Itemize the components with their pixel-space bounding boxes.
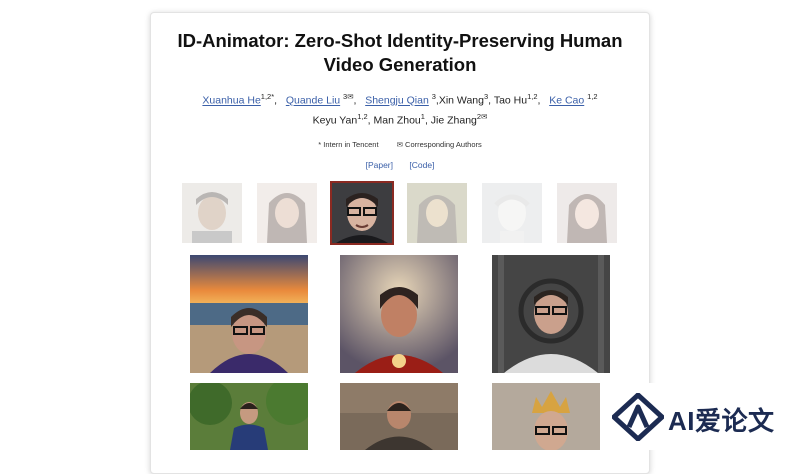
author-affil-9: 2✉ xyxy=(476,111,488,121)
ai-logo-icon xyxy=(612,393,664,441)
author-affil-2: 3✉ xyxy=(343,92,354,101)
author-link-1[interactable]: Xuanhua He xyxy=(202,95,260,107)
author-affil-4: 3 xyxy=(483,92,489,101)
watermark-text: AI爱论文 xyxy=(668,406,775,436)
video-frame-crown[interactable] xyxy=(492,383,610,450)
video-frame-guitar-image xyxy=(340,383,458,450)
reference-face-5-image xyxy=(482,183,542,243)
reference-face-1-image xyxy=(182,183,242,243)
author-list: Xuanhua He1,2*, Quande Liu 3✉, Shengju Q… xyxy=(151,89,649,128)
video-frame-crown-image xyxy=(492,383,610,450)
author-link-6[interactable]: Ke Cao xyxy=(549,95,584,107)
watermark-logo: AI爱论文 xyxy=(600,383,800,450)
video-frame-astronaut-image xyxy=(492,255,610,373)
author-affil-1: 1,2* xyxy=(260,92,275,101)
author-8: Man Zhou xyxy=(373,114,421,126)
video-frame-iron-suit[interactable] xyxy=(340,255,458,373)
reference-face-2[interactable] xyxy=(257,183,317,243)
reference-face-6-image xyxy=(557,183,617,243)
page-title: ID-Animator: Zero-Shot Identity-Preservi… xyxy=(177,30,623,75)
author-affil-6: 1,2 xyxy=(587,92,598,101)
video-frame-beach-sunset-image xyxy=(190,255,308,373)
reference-face-2-image xyxy=(257,183,317,243)
author-5: Tao Hu xyxy=(493,94,528,107)
reference-face-4[interactable] xyxy=(407,183,467,243)
reference-face-3-selected[interactable] xyxy=(330,181,394,245)
author-7: Keyu Yan xyxy=(312,114,358,126)
video-frame-guitar[interactable] xyxy=(340,383,458,450)
paper-links: [Paper] [Code] xyxy=(151,160,649,170)
reference-face-4-image xyxy=(407,183,467,243)
video-frame-astronaut[interactable] xyxy=(492,255,610,373)
author-4: Xin Wang xyxy=(438,94,484,107)
video-frame-beach-sunset[interactable] xyxy=(190,255,308,373)
intern-note: * Intern in Tencent xyxy=(318,140,379,149)
reference-face-1[interactable] xyxy=(182,183,242,243)
author-affil-7: 1,2 xyxy=(357,111,368,121)
code-link[interactable]: [Code] xyxy=(409,160,434,170)
author-notes: * Intern in Tencent ✉ Corresponding Auth… xyxy=(151,140,649,149)
video-frame-forest-image xyxy=(190,383,308,450)
video-frame-forest[interactable] xyxy=(190,383,308,450)
author-affil-5: 1,2 xyxy=(527,92,538,101)
author-line-2: Keyu Yan1,2, Man Zhou1, Jie Zhang2✉ xyxy=(312,111,488,127)
author-line-1: Xuanhua He1,2*, Quande Liu 3✉, Shengju Q… xyxy=(202,92,598,107)
reference-face-3-image xyxy=(332,183,392,243)
video-frame-iron-suit-image xyxy=(340,255,458,373)
author-link-3[interactable]: Shengju Qian xyxy=(365,95,429,107)
author-9: Jie Zhang xyxy=(430,114,477,126)
paper-link[interactable]: [Paper] xyxy=(366,160,393,170)
author-link-2[interactable]: Quande Liu xyxy=(286,95,340,107)
author-affil-8: 1 xyxy=(420,111,425,121)
corresponding-note: ✉ Corresponding Authors xyxy=(396,140,482,149)
author-affil-3: 3 xyxy=(431,92,436,101)
reference-face-6[interactable] xyxy=(557,183,617,243)
reference-face-5[interactable] xyxy=(482,183,542,243)
